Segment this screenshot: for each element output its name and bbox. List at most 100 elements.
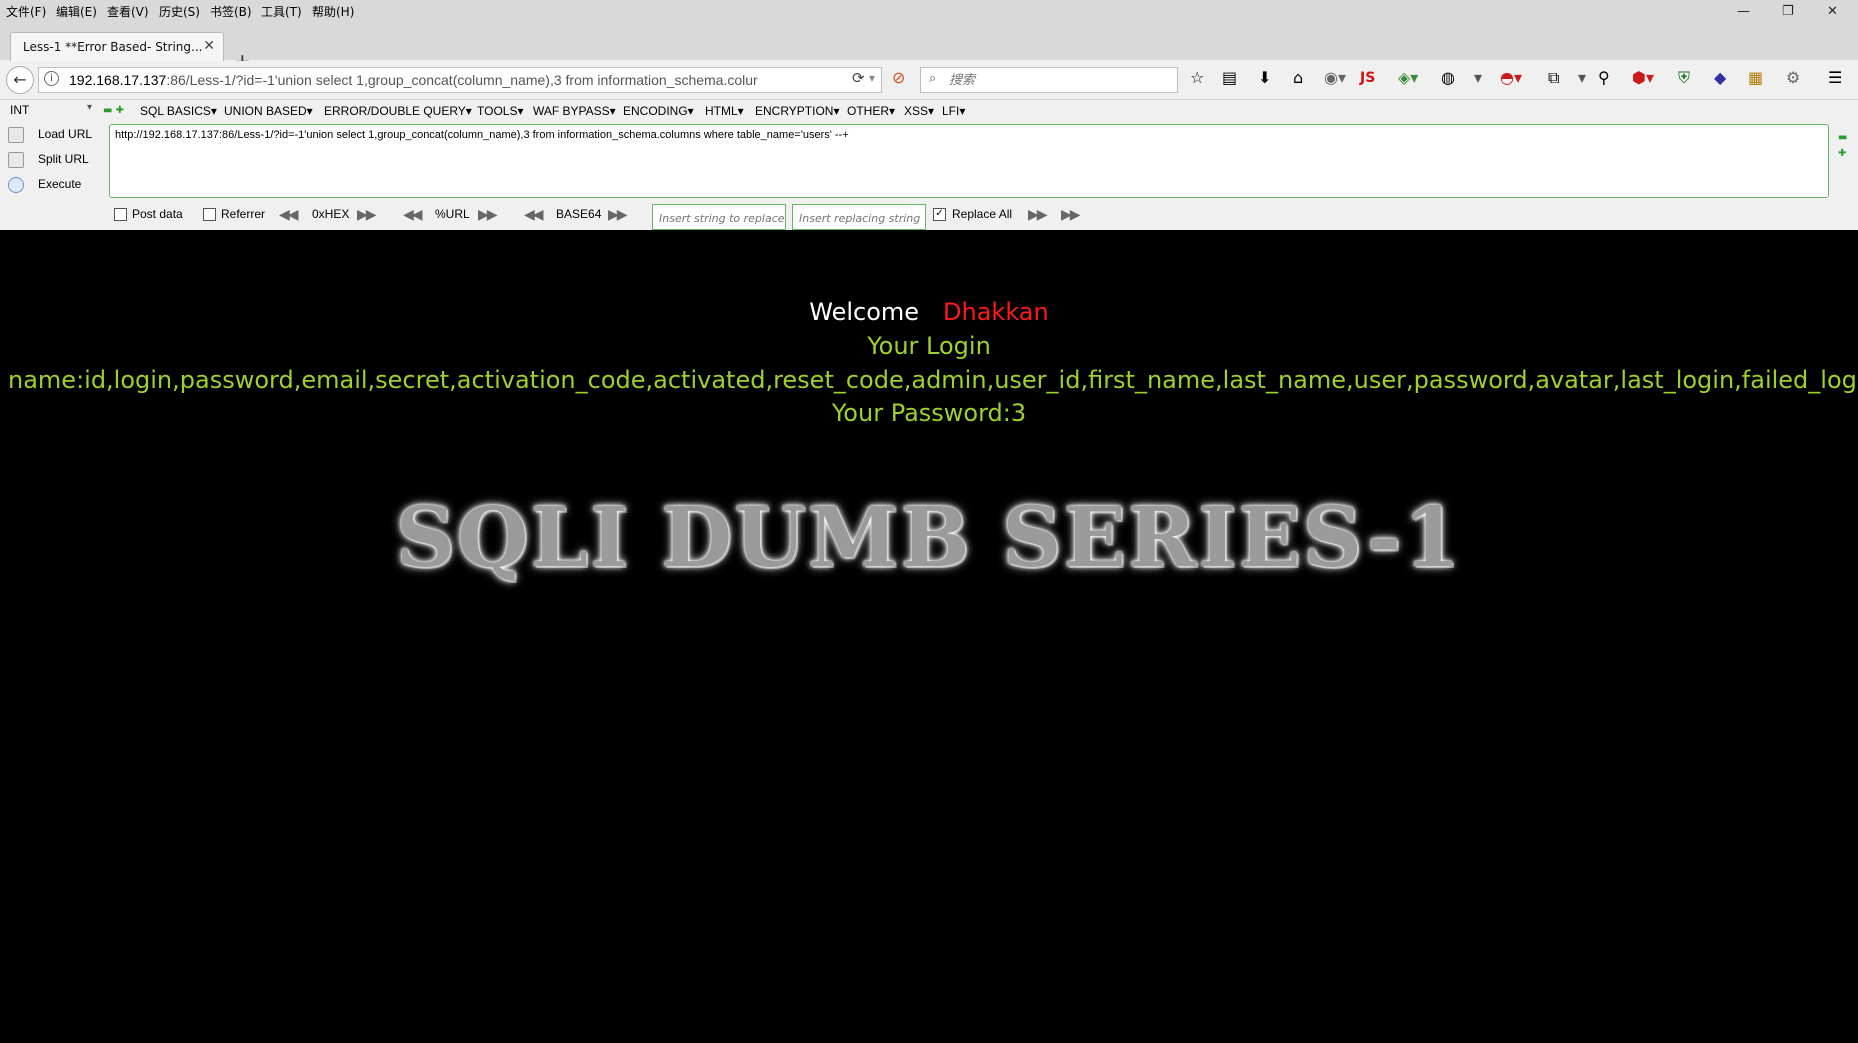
url-dropdown-icon[interactable]: ▾ (869, 71, 875, 85)
search-box[interactable]: ⌕ (920, 67, 1178, 93)
replace-all-checkbox[interactable]: ✓ (933, 208, 946, 221)
menu-edit[interactable]: 编辑(E) (56, 3, 97, 20)
menu-bar: 文件(F) 编辑(E) 查看(V) 历史(S) 书签(B) 工具(T) 帮助(H… (0, 0, 1858, 22)
settings-icon[interactable]: ⚙ (1786, 69, 1800, 87)
textarea-resize-icon[interactable]: ▬ ✚ (1838, 130, 1847, 162)
zoom-icon[interactable]: ⚲ (1598, 69, 1610, 87)
url-path: :86/Less-1/?id=-1'union select 1,group_c… (166, 72, 758, 88)
search-icon: ⌕ (929, 71, 937, 86)
url-encode-arrow-icon[interactable]: ▶▶ (478, 207, 497, 223)
hex-label: 0xHEX (312, 207, 350, 221)
url-text[interactable]: 192.168.17.137:86/Less-1/?id=-1'union se… (69, 72, 834, 88)
replacing-string-input[interactable] (797, 207, 927, 229)
menu-history[interactable]: 历史(S) (159, 3, 200, 20)
menu-help[interactable]: 帮助(H) (312, 3, 354, 20)
close-icon[interactable]: ✕ (1827, 4, 1838, 19)
hackbar-url-textarea[interactable]: http://192.168.17.137:86/Less-1/?id=-1'u… (109, 124, 1829, 198)
extension-icon[interactable]: ◈▾ (1398, 69, 1418, 87)
shield-icon[interactable]: ⛨ (1678, 69, 1690, 87)
load-url-button[interactable]: Load URL (8, 127, 92, 143)
minimize-icon[interactable]: — (1737, 4, 1750, 19)
sqli-dumb-series-logo: SQLI DUMB SERIES-1 (395, 490, 1463, 586)
url-host: 192.168.17.137 (69, 72, 167, 88)
menu-tools[interactable]: TOOLS▾ (477, 104, 523, 118)
tab-close-icon[interactable]: ✕ (203, 38, 215, 54)
dropdown-icon[interactable]: ▾ (1474, 69, 1482, 87)
menu-union-based[interactable]: UNION BASED▾ (224, 104, 313, 118)
split-url-button[interactable]: Split URL (8, 152, 89, 168)
replace-all-arrow-icon[interactable]: ▶▶ (1061, 207, 1080, 223)
base64-decode-arrow-icon[interactable]: ◀◀ (524, 207, 543, 223)
menu-encryption[interactable]: ENCRYPTION▾ (755, 104, 839, 118)
tab-title: Less-1 **Error Based- String... (23, 40, 203, 54)
browser-chrome: 文件(F) 编辑(E) 查看(V) 历史(S) 书签(B) 工具(T) 帮助(H… (0, 0, 1858, 230)
replace-all-label: Replace All (952, 207, 1013, 221)
chevron-down-icon: ▾ (86, 102, 92, 113)
menu-lfi[interactable]: LFI▾ (942, 104, 965, 118)
menu-other[interactable]: OTHER▾ (847, 104, 895, 118)
menu-waf-bypass[interactable]: WAF BYPASS▾ (533, 104, 616, 118)
grid-icon[interactable]: ▦ (1748, 69, 1763, 87)
replacing-string-field[interactable] (792, 204, 927, 230)
back-button[interactable]: ← (6, 66, 34, 94)
bookmark-star-icon[interactable]: ☆ (1190, 69, 1204, 87)
nav-bar: ← i 192.168.17.137:86/Less-1/?id=-1'unio… (0, 61, 1858, 100)
hackbar-options: Post data Referrer ◀◀ 0xHEX ▶▶ ◀◀ %URL ▶… (0, 203, 1858, 230)
globe-icon[interactable]: ◉▾ (1324, 69, 1346, 87)
menu-file[interactable]: 文件(F) (6, 3, 46, 20)
replace-string-field[interactable] (652, 204, 787, 230)
replace-arrow-icon[interactable]: ▶▶ (1028, 207, 1047, 223)
menu-bookmarks[interactable]: 书签(B) (210, 3, 252, 20)
page-content: Welcome Dhakkan Your Login name:id,login,… (0, 230, 1858, 1043)
menu-sql-basics[interactable]: SQL BASICS▾ (140, 104, 217, 118)
referrer-checkbox[interactable] (203, 208, 216, 221)
js-toggle-icon[interactable]: JS (1360, 69, 1375, 87)
replace-string-input[interactable] (657, 207, 787, 229)
base64-encode-arrow-icon[interactable]: ▶▶ (608, 207, 627, 223)
hamburger-menu-icon[interactable]: ☰ (1828, 69, 1842, 87)
search-input[interactable] (947, 71, 1171, 89)
menu-xss[interactable]: XSS▾ (904, 104, 934, 118)
type-select[interactable]: INT ▾ (6, 102, 94, 120)
menu-tools[interactable]: 工具(T) (261, 3, 302, 20)
info-icon[interactable]: i (44, 71, 59, 86)
your-login-text: Your Login (867, 332, 991, 360)
hex-encode-arrow-icon[interactable]: ▶▶ (357, 207, 376, 223)
restore-icon[interactable]: ❐ (1782, 4, 1794, 19)
tab-strip: Less-1 **Error Based- String... ✕ + (0, 22, 1858, 71)
welcome-text: Welcome (809, 298, 920, 326)
column-names-text: name:id,login,password,email,secret,acti… (8, 366, 1858, 394)
hackbar-menu: INT ▾ ▬ ✚ SQL BASICS▾ UNION BASED▾ ERROR… (0, 100, 1858, 122)
post-data-label: Post data (132, 207, 183, 221)
load-url-icon (8, 127, 24, 143)
reading-list-icon[interactable]: ▤ (1222, 69, 1237, 87)
proxy-icon[interactable]: ◓▾ (1500, 69, 1522, 87)
url-decode-arrow-icon[interactable]: ◀◀ (403, 207, 422, 223)
split-url-label: Split URL (38, 152, 89, 167)
palette-icon[interactable]: ◍ (1441, 69, 1455, 87)
execute-button[interactable]: Execute (8, 177, 81, 193)
menu-html[interactable]: HTML▾ (705, 104, 744, 118)
hackbar-toggle-icon[interactable]: ▬ ✚ (103, 105, 124, 116)
download-icon[interactable]: ⬇ (1258, 69, 1271, 87)
execute-label: Execute (38, 177, 82, 192)
post-data-checkbox[interactable] (114, 208, 127, 221)
url-bar[interactable]: i 192.168.17.137:86/Less-1/?id=-1'union … (38, 67, 882, 93)
menu-encoding[interactable]: ENCODING▾ (623, 104, 694, 118)
execute-icon (8, 177, 24, 193)
home-icon[interactable]: ⌂ (1293, 69, 1303, 87)
hex-decode-arrow-icon[interactable]: ◀◀ (279, 207, 298, 223)
reload-icon[interactable]: ⟳ (852, 69, 865, 87)
split-url-icon (8, 152, 24, 168)
welcome-line: Welcome Dhakkan (0, 298, 1858, 326)
addon-icon[interactable]: ⊘ (892, 69, 905, 87)
adblock-icon[interactable]: ⬢▾ (1632, 69, 1654, 87)
menu-error-double-query[interactable]: ERROR/DOUBLE QUERY▾ (324, 104, 472, 118)
url-label: %URL (435, 207, 470, 221)
diamond-icon[interactable]: ◆ (1714, 69, 1726, 87)
tab-less-1[interactable]: Less-1 **Error Based- String... ✕ (10, 32, 224, 63)
dropdown2-icon[interactable]: ▾ (1578, 69, 1586, 87)
menu-view[interactable]: 查看(V) (107, 3, 149, 20)
screenshot-icon[interactable]: ⧉ (1548, 69, 1559, 87)
your-password-text: Your Password:3 (831, 399, 1027, 427)
